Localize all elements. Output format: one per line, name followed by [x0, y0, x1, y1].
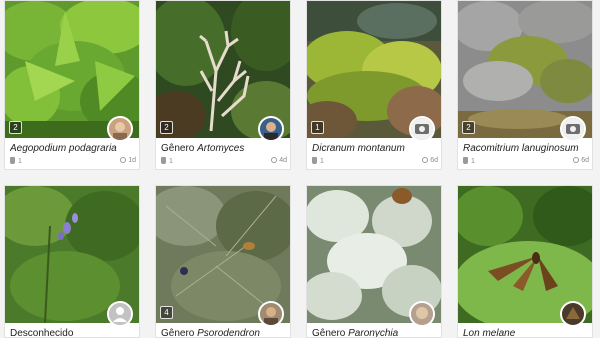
photo-count-badge: 2 — [9, 121, 22, 134]
user-avatar[interactable] — [409, 116, 435, 142]
taxon-name[interactable]: Lon melane — [463, 328, 591, 337]
taxon-name[interactable]: Gênero Psorodendron — [161, 328, 289, 337]
observation-card[interactable]: 1 Dicranum montanum 1 6d — [306, 0, 442, 170]
observation-age: 6d — [573, 157, 589, 164]
card-meta: 1 1d — [10, 157, 136, 167]
user-avatar[interactable] — [107, 301, 133, 327]
taxon-name[interactable]: Racomitrium lanuginosum — [463, 143, 591, 154]
observation-count: 1 — [161, 157, 173, 165]
observation-count: 1 — [10, 157, 22, 165]
observation-icon — [312, 157, 317, 164]
taxon-name[interactable]: Aegopodium podagraria — [10, 143, 138, 154]
clock-icon — [573, 157, 580, 163]
observation-grid: 2 Aegopodium podagraria 1 1d 2 Gênero Ar… — [0, 0, 600, 338]
observation-card[interactable]: Lon melane — [457, 185, 593, 338]
taxon-name[interactable]: Dicranum montanum — [312, 143, 440, 154]
observation-count: 1 — [312, 157, 324, 165]
user-avatar[interactable] — [560, 116, 586, 142]
observation-icon — [161, 157, 166, 164]
observation-card[interactable]: Gênero Paronychia — [306, 185, 442, 338]
user-avatar[interactable] — [107, 116, 133, 142]
observation-icon — [10, 157, 15, 164]
taxon-name[interactable]: Desconhecido — [10, 328, 138, 337]
photo-count-badge: 2 — [462, 121, 475, 134]
observation-icon — [463, 157, 468, 164]
taxon-name[interactable]: Gênero Paronychia — [312, 328, 440, 337]
clock-icon — [271, 157, 278, 163]
clock-icon — [422, 157, 429, 163]
observation-card[interactable]: Desconhecido — [4, 185, 140, 338]
photo-count-badge: 2 — [160, 121, 173, 134]
user-avatar[interactable] — [560, 301, 586, 327]
observation-card[interactable]: 2 Gênero Artomyces 1 4d — [155, 0, 291, 170]
user-avatar[interactable] — [409, 301, 435, 327]
card-meta: 1 4d — [161, 157, 287, 167]
user-avatar[interactable] — [258, 116, 284, 142]
taxon-name[interactable]: Gênero Artomyces — [161, 143, 289, 154]
photo-count-badge: 1 — [311, 121, 324, 134]
observation-count: 1 — [463, 157, 475, 165]
observation-card[interactable]: 4 Gênero Psorodendron — [155, 185, 291, 338]
user-avatar[interactable] — [258, 301, 284, 327]
observation-age: 1d — [120, 157, 136, 164]
card-meta: 1 6d — [312, 157, 438, 167]
photo-count-badge: 4 — [160, 306, 173, 319]
clock-icon — [120, 157, 127, 163]
observation-age: 6d — [422, 157, 438, 164]
observation-card[interactable]: 2 Aegopodium podagraria 1 1d — [4, 0, 140, 170]
card-meta: 1 6d — [463, 157, 589, 167]
observation-age: 4d — [271, 157, 287, 164]
observation-card[interactable]: 2 Racomitrium lanuginosum 1 6d — [457, 0, 593, 170]
